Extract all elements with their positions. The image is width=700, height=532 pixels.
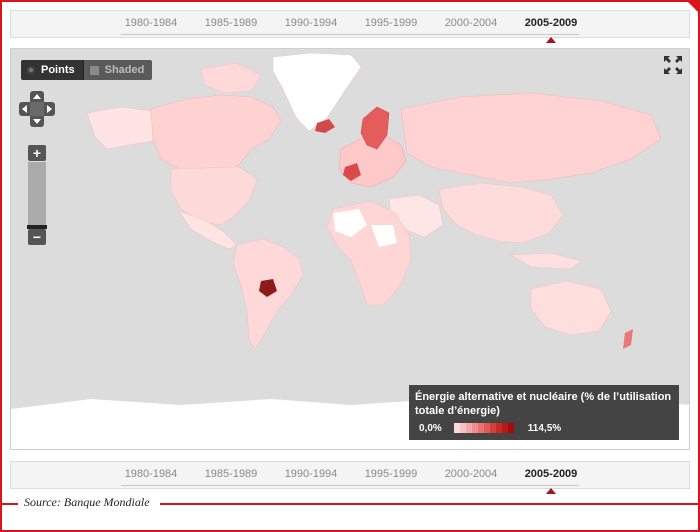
period-2005-2009[interactable]: 2005-2009 <box>511 17 591 29</box>
expand-icon <box>664 56 682 74</box>
period-1990-1994[interactable]: 1990-1994 <box>271 17 351 29</box>
display-mode-toggle: Points Shaded <box>21 60 153 80</box>
timeline-labels: 1980-1984 1985-1989 1990-1994 1995-1999 … <box>11 17 689 33</box>
period-1985-1989-bottom[interactable]: 1985-1989 <box>191 468 271 480</box>
legend-title: Énergie alternative et nucléaire (% de l… <box>415 391 672 417</box>
legend-color-ramp <box>453 423 514 433</box>
fullscreen-button[interactable] <box>663 55 683 75</box>
legend-swatch-9 <box>507 423 514 433</box>
alaska-shape[interactable] <box>86 106 154 150</box>
russia-shape[interactable] <box>400 92 662 184</box>
timeline-labels-bottom: 1980-1984 1985-1989 1990-1994 1995-1999 … <box>11 468 689 484</box>
pan-control[interactable] <box>19 91 55 127</box>
points-button[interactable]: Points <box>21 60 83 80</box>
period-1990-1994-bottom[interactable]: 1990-1994 <box>271 468 351 480</box>
period-1980-1984-bottom[interactable]: 1980-1984 <box>111 468 191 480</box>
timeline-top: 1980-1984 1985-1989 1990-1994 1995-1999 … <box>10 10 690 43</box>
shaded-icon <box>89 65 99 75</box>
legend-scale: 0,0% 114,5% <box>419 422 561 434</box>
zoom-out-button[interactable]: − <box>28 229 46 245</box>
timeline-bottom: 1980-1984 1985-1989 1990-1994 1995-1999 … <box>10 461 690 494</box>
zoom-in-button[interactable]: + <box>28 145 46 161</box>
world-map[interactable]: Points Shaded + − Énergie alternative et… <box>10 48 690 450</box>
period-2000-2004[interactable]: 2000-2004 <box>431 17 511 29</box>
period-1985-1989[interactable]: 1985-1989 <box>191 17 271 29</box>
legend-max-label: 114,5% <box>527 422 562 434</box>
pan-arrows-icon <box>19 91 55 127</box>
map-legend: Énergie alternative et nucléaire (% de l… <box>409 385 679 440</box>
period-1995-1999-bottom[interactable]: 1995-1999 <box>351 468 431 480</box>
shaded-label: Shaded <box>104 64 145 76</box>
zoom-control: + − <box>27 145 47 245</box>
period-1980-1984[interactable]: 1980-1984 <box>111 17 191 29</box>
shaded-button[interactable]: Shaded <box>82 60 153 80</box>
indonesia-shape[interactable] <box>509 252 582 270</box>
timeline-marker-bottom[interactable] <box>546 488 556 494</box>
asia-shape[interactable] <box>438 182 564 244</box>
legend-min-label: 0,0% <box>419 422 442 434</box>
australia-shape[interactable] <box>530 280 612 336</box>
period-2005-2009-bottom[interactable]: 2005-2009 <box>511 468 591 480</box>
new-zealand-shape[interactable] <box>623 329 633 349</box>
points-label: Points <box>41 64 75 76</box>
greenland-shape <box>272 52 362 132</box>
source-caption: Source: Banque Mondiale <box>18 495 160 510</box>
canada-shape[interactable] <box>150 94 282 174</box>
arctic-islands-shape[interactable] <box>200 62 262 94</box>
timeline-axis <box>121 34 579 35</box>
period-2000-2004-bottom[interactable]: 2000-2004 <box>431 468 511 480</box>
period-1995-1999[interactable]: 1995-1999 <box>351 17 431 29</box>
timeline-marker[interactable] <box>546 37 556 43</box>
points-icon <box>27 66 35 74</box>
zoom-slider-track[interactable] <box>28 162 46 228</box>
timeline-axis-bottom <box>121 485 579 486</box>
